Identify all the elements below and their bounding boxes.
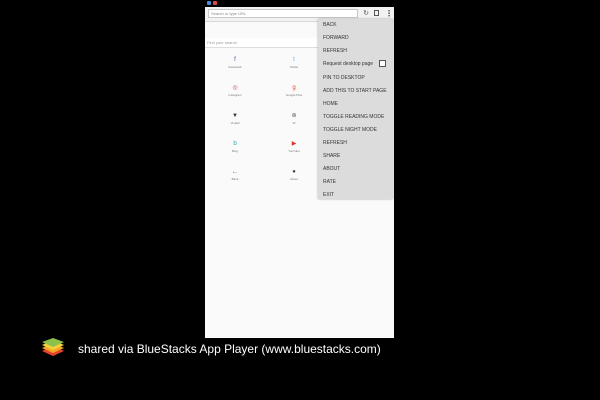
speed-dial-item[interactable]: ◎ Instagram [222, 85, 248, 101]
overflow-menu: BACK FORWARD REFRESH Request desktop pag… [318, 19, 393, 199]
speed-dial-item[interactable]: b Bing [222, 141, 248, 157]
url-input[interactable]: Search or type URL [208, 9, 358, 18]
speed-dial-label: Instagram [228, 93, 242, 97]
search-input[interactable]: Find your search [205, 38, 320, 48]
speed-dial-item[interactable]: g Google Plus [281, 85, 307, 101]
notification-icon [207, 1, 211, 5]
speed-dial-item[interactable]: ← Back [222, 169, 248, 185]
speed-dial-item[interactable]: ▼ Vivaldi [222, 113, 248, 129]
speed-dial-label: Vivaldi [230, 121, 240, 125]
menu-item-share[interactable]: SHARE [318, 150, 393, 162]
menu-item-request-desktop-page[interactable]: Request desktop page [318, 58, 393, 70]
status-bar [205, 0, 394, 7]
back-arrow-icon: ← [232, 169, 238, 175]
menu-item-refresh-2[interactable]: REFRESH [318, 137, 393, 149]
menu-item-forward[interactable]: FORWARD [318, 32, 393, 44]
google-plus-icon: g [292, 85, 296, 91]
youtube-icon: ▶ [291, 141, 297, 147]
speed-dial-label: Twitter [289, 65, 299, 69]
speed-dial-item[interactable]: ⊛ W [281, 113, 307, 129]
speed-dial-item[interactable]: t Twitter [281, 57, 307, 73]
desktop-page-checkbox[interactable] [379, 60, 386, 67]
overflow-menu-icon[interactable]: ⋮ [385, 9, 393, 19]
menu-item-toggle-night-mode[interactable]: TOGGLE NIGHT MODE [318, 124, 393, 136]
speed-dial-label: W [292, 121, 296, 125]
speed-dial-label: Bing [231, 149, 238, 153]
menu-item-refresh[interactable]: REFRESH [318, 45, 393, 57]
speed-dial-label: Google Plus [285, 93, 303, 97]
speed-dial-label: About [290, 177, 298, 181]
menu-item-rate[interactable]: RATE [318, 176, 393, 188]
menu-item-exit[interactable]: EXIT [318, 189, 393, 201]
speed-dial-label: Back [231, 177, 239, 181]
menu-item-about[interactable]: ABOUT [318, 163, 393, 175]
vivaldi-icon: ▼ [232, 113, 238, 119]
about-icon: ● [292, 169, 296, 175]
reload-icon[interactable]: ↻ [362, 9, 370, 19]
speed-dial-item[interactable]: f Facebook [222, 57, 248, 73]
menu-item-label: Request desktop page [323, 61, 374, 67]
notification-icon [213, 1, 217, 5]
bluestacks-logo-icon [42, 338, 64, 356]
menu-item-home[interactable]: HOME [318, 98, 393, 110]
tabs-icon[interactable] [372, 9, 380, 19]
speed-dial-item[interactable]: ▶ YouTube [281, 141, 307, 157]
speed-dial-label: YouTube [288, 149, 300, 153]
menu-item-back[interactable]: BACK [318, 19, 393, 31]
menu-item-toggle-reading-mode[interactable]: TOGGLE READING MODE [318, 111, 393, 123]
bing-icon: b [233, 141, 237, 147]
wikipedia-icon: ⊛ [291, 113, 297, 119]
menu-item-pin-to-desktop[interactable]: PIN TO DESKTOP [318, 72, 393, 84]
facebook-icon: f [234, 57, 236, 63]
twitter-icon: t [293, 57, 295, 63]
speed-dial-item[interactable]: ● About [281, 169, 307, 185]
instagram-icon: ◎ [232, 85, 238, 91]
speed-dial-label: Facebook [228, 65, 242, 69]
menu-item-add-to-start-page[interactable]: ADD THIS TO START PAGE [318, 85, 393, 97]
share-caption: shared via BlueStacks App Player (www.bl… [78, 342, 381, 356]
